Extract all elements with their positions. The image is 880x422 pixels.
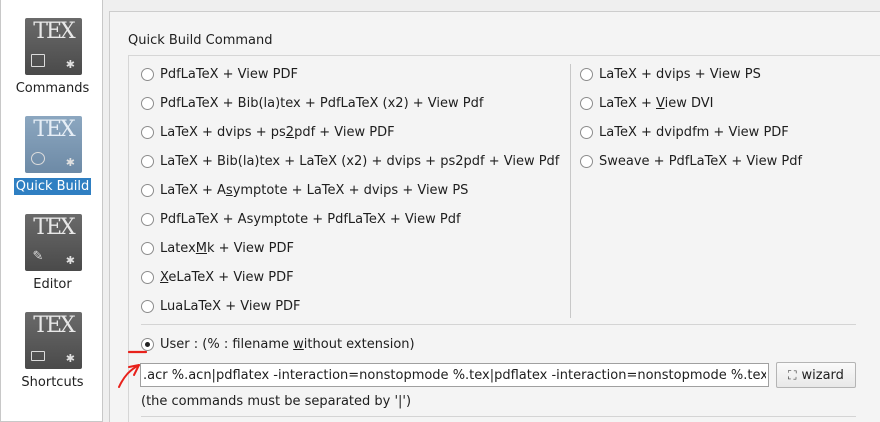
column-divider [570, 64, 571, 318]
radio-user-command[interactable]: User : (% : filename without extension) [141, 337, 415, 352]
tex-quickbuild-icon: TEX ✱ [25, 116, 82, 173]
radio-pdflatex-asymptote[interactable]: PdfLaTeX + Asymptote + PdfLaTeX + View P… [141, 212, 461, 227]
radio-button[interactable] [141, 184, 154, 197]
radio-latex-bibtex-latex-dvips-ps2pdf[interactable]: LaTeX + Bib(la)tex + LaTeX (x2) + dvips … [141, 154, 559, 169]
sidebar-item-label: Shortcuts [21, 375, 84, 390]
radio-sweave[interactable]: Sweave + PdfLaTeX + View Pdf [580, 154, 802, 169]
divider [141, 416, 856, 417]
sidebar-item-label: Commands [15, 81, 90, 96]
tex-editor-icon: TEX ✎ ✱ [25, 214, 82, 271]
commands-note: (the commands must be separated by '|') [141, 394, 412, 409]
sidebar-item-shortcuts[interactable]: TEX ✱ Shortcuts [1, 308, 104, 394]
sidebar-item-label: Quick Build [13, 178, 92, 195]
radio-xelatex[interactable]: XeLaTeX + View PDF [141, 270, 294, 285]
radio-pdflatex-bibtex-pdflatex[interactable]: PdfLaTeX + Bib(la)tex + PdfLaTeX (x2) + … [141, 96, 483, 111]
gear-icon: ✱ [65, 58, 75, 71]
radio-button[interactable] [580, 155, 593, 168]
radio-button[interactable] [141, 242, 154, 255]
sidebar-item-quick-build[interactable]: TEX ✱ Quick Build [1, 112, 104, 198]
divider [141, 324, 856, 325]
radio-latex-dvips-view-ps[interactable]: LaTeX + dvips + View PS [580, 67, 761, 82]
radio-button[interactable] [580, 68, 593, 81]
sidebar-item-editor[interactable]: TEX ✎ ✱ Editor [1, 210, 104, 296]
radio-button[interactable] [141, 155, 154, 168]
radio-lualatex[interactable]: LuaLaTeX + View PDF [141, 299, 301, 314]
radio-button[interactable] [141, 68, 154, 81]
gear-icon: ✱ [65, 254, 75, 267]
radio-latex-dvips-ps2pdf[interactable]: LaTeX + dvips + ps2pdf + View PDF [141, 125, 395, 140]
red-annotation-arrow [118, 350, 148, 388]
user-command-input[interactable] [140, 363, 769, 387]
sidebar-item-commands[interactable]: TEX ✱ Commands [1, 14, 104, 100]
radio-latex-asymptote[interactable]: LaTeX + Asymptote + LaTeX + dvips + View… [141, 183, 468, 198]
radio-latexmk[interactable]: LatexMk + View PDF [141, 241, 294, 256]
gear-icon: ✱ [65, 352, 75, 365]
radio-button[interactable] [141, 213, 154, 226]
tex-shortcuts-icon: TEX ✱ [25, 312, 82, 369]
wizard-icon: ⛶ [788, 367, 797, 382]
radio-button[interactable] [580, 97, 593, 110]
radio-latex-dvipdfm[interactable]: LaTeX + dvipdfm + View PDF [580, 125, 789, 140]
radio-latex-view-dvi[interactable]: LaTeX + View DVI [580, 96, 714, 111]
pencil-icon: ✎ [32, 249, 44, 264]
radio-pdflatex-view-pdf[interactable]: PdfLaTeX + View PDF [141, 67, 298, 82]
radio-button[interactable] [141, 300, 154, 313]
radio-button[interactable] [141, 97, 154, 110]
radio-button[interactable] [580, 126, 593, 139]
radio-button[interactable] [141, 271, 154, 284]
wizard-button[interactable]: ⛶ wizard [776, 362, 856, 388]
tex-commands-icon: TEX ✱ [25, 18, 82, 75]
settings-sidebar: TEX ✱ Commands TEX ✱ Quick Build TEX ✎ ✱… [0, 0, 103, 422]
group-title: Quick Build Command [128, 33, 273, 48]
gear-icon: ✱ [65, 156, 75, 169]
sidebar-item-label: Editor [33, 277, 72, 292]
radio-button[interactable] [141, 126, 154, 139]
